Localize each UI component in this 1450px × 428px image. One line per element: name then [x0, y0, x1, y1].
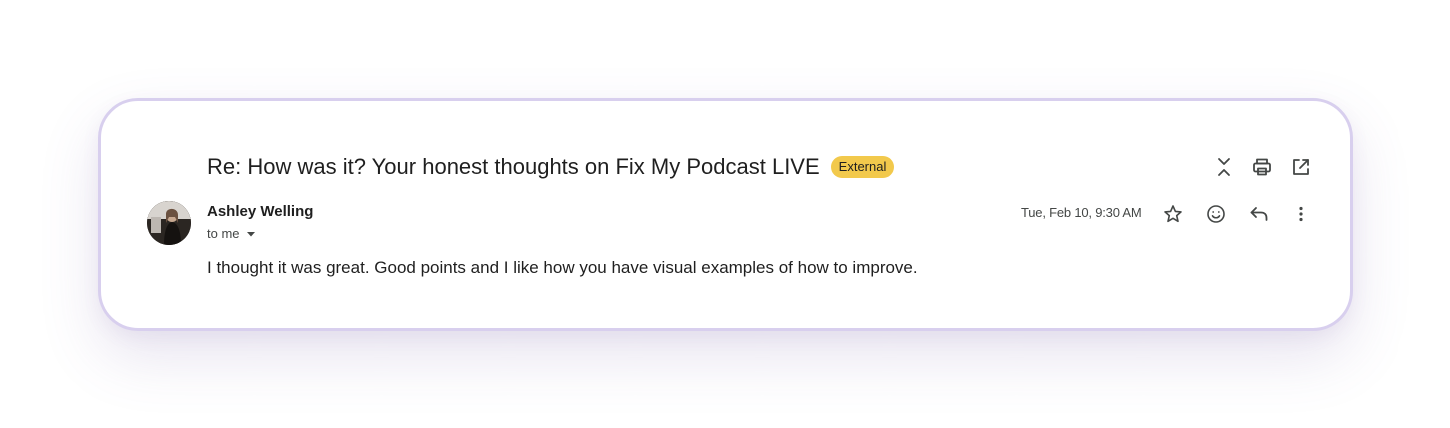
email-subject: Re: How was it? Your honest thoughts on …: [207, 154, 820, 179]
subject-row: Re: How was it? Your honest thoughts on …: [207, 152, 895, 182]
star-icon[interactable]: [1161, 202, 1185, 226]
caret-down-icon: [246, 229, 256, 239]
emoji-react-icon[interactable]: [1204, 202, 1228, 226]
open-in-new-icon[interactable]: [1289, 155, 1313, 179]
print-icon[interactable]: [1250, 155, 1274, 179]
recipient-details-toggle[interactable]: to me: [207, 226, 256, 241]
sender-name[interactable]: Ashley Welling: [207, 203, 313, 220]
more-vert-icon[interactable]: [1289, 202, 1313, 226]
collapse-all-icon[interactable]: [1212, 155, 1236, 179]
email-message-card: Re: How was it? Your honest thoughts on …: [98, 98, 1353, 331]
message-timestamp: Tue, Feb 10, 9:30 AM: [1021, 205, 1142, 220]
message-body: I thought it was great. Good points and …: [207, 258, 918, 277]
recipient-label: to me: [207, 226, 240, 241]
reply-icon[interactable]: [1247, 202, 1271, 226]
sender-avatar[interactable]: [147, 201, 191, 245]
external-badge: External: [830, 156, 895, 178]
